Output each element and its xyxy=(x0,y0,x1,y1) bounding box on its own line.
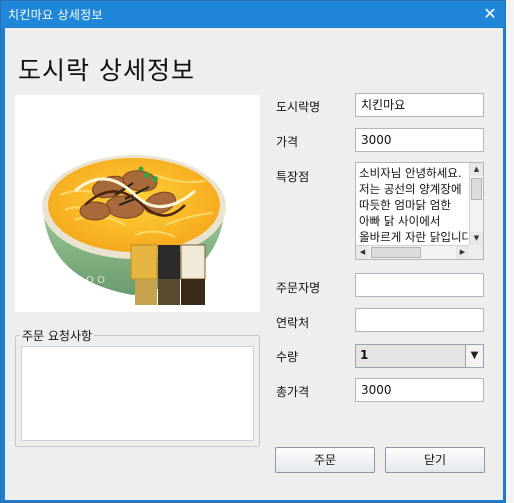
scroll-right-icon[interactable]: ▶ xyxy=(456,246,469,259)
horizontal-scroll-thumb[interactable] xyxy=(371,247,421,258)
features-line: 저는 공선의 양계장에 xyxy=(359,182,462,196)
vertical-scrollbar[interactable]: ▲ ▼ xyxy=(469,163,483,245)
price-label: 가격 xyxy=(276,135,299,149)
scroll-down-icon[interactable]: ▼ xyxy=(470,232,483,245)
scroll-left-icon[interactable]: ◀ xyxy=(356,246,369,259)
quantity-label: 수량 xyxy=(276,350,299,364)
features-label: 특장점 xyxy=(276,170,310,184)
scroll-up-icon[interactable]: ▲ xyxy=(470,163,483,176)
window-title: 치킨마요 상세정보 xyxy=(8,8,103,22)
request-label: 주문 요청사항 xyxy=(20,327,95,344)
price-field[interactable]: 3000 xyxy=(355,128,484,152)
product-image: O O O xyxy=(15,95,260,312)
contact-field[interactable] xyxy=(355,308,484,332)
orderer-field[interactable] xyxy=(355,273,484,297)
dialog-window: 치킨마요 상세정보 ✕ 도시락 상세정보 O O O 주문 요청사항 도시락명 … xyxy=(0,0,506,503)
features-text: 소비자님 안녕하세요. 저는 공선의 양계장에 따듯한 엄마닭 엄한 아빠 닭 … xyxy=(359,165,469,245)
svg-text:O O O: O O O xyxy=(75,275,105,286)
name-label: 도시락명 xyxy=(276,100,321,114)
features-line: 올바르게 자란 닭입니다 xyxy=(359,230,469,244)
request-textarea[interactable] xyxy=(21,346,254,441)
dialog-content: 도시락 상세정보 O O O 주문 요청사항 도시락명 치킨마요 가격 3000… xyxy=(5,28,503,500)
close-button[interactable]: 닫기 xyxy=(385,447,485,473)
quantity-value: 1 xyxy=(360,348,369,362)
name-field[interactable]: 치킨마요 xyxy=(355,93,484,117)
features-textarea[interactable]: 소비자님 안녕하세요. 저는 공선의 양계장에 따듯한 엄마닭 엄한 아빠 닭 … xyxy=(355,162,484,260)
chevron-down-icon[interactable]: ▼ xyxy=(465,345,483,367)
vertical-scroll-thumb[interactable] xyxy=(471,178,482,200)
features-line: 소비자님 안녕하세요. xyxy=(359,166,462,180)
quantity-select[interactable]: 1 ▼ xyxy=(355,344,484,368)
rice-bowl-illustration: O O O xyxy=(42,155,226,305)
close-icon[interactable]: ✕ xyxy=(481,5,499,23)
horizontal-scrollbar[interactable]: ◀ ▶ xyxy=(356,245,469,259)
scrollbar-corner xyxy=(469,245,483,259)
contact-label: 연락처 xyxy=(276,316,310,330)
title-bar[interactable]: 치킨마요 상세정보 ✕ xyxy=(1,1,505,27)
orderer-label: 주문자명 xyxy=(276,281,321,295)
page-title: 도시락 상세정보 xyxy=(18,56,195,85)
features-line: 아빠 닭 사이에서 xyxy=(359,214,441,228)
total-label: 총가격 xyxy=(276,385,310,399)
order-button[interactable]: 주문 xyxy=(275,447,375,473)
features-line: 따듯한 엄마닭 엄한 xyxy=(359,198,451,212)
total-field[interactable]: 3000 xyxy=(355,378,484,402)
